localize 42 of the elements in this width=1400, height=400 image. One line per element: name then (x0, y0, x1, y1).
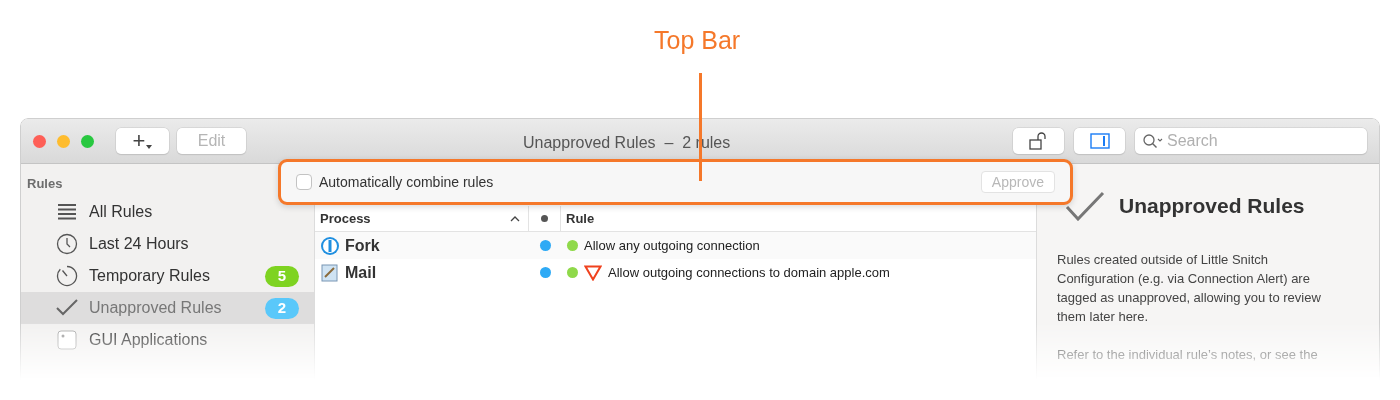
sidebar-heading: Rules (26, 175, 64, 193)
process-name: Fork (345, 235, 380, 256)
search-input[interactable]: Search (1167, 129, 1360, 153)
checkmark-icon (55, 299, 79, 317)
app-icon (320, 262, 340, 283)
unlocked-padlock-icon (1028, 132, 1049, 150)
close-button[interactable] (33, 134, 46, 148)
caret-icon (146, 145, 153, 149)
checkbox-label: Automatically combine rules (319, 172, 494, 192)
app-icon (320, 235, 340, 256)
description-text: Refer to the individual rule’s notes, or see the (1057, 345, 1319, 364)
minimize-button[interactable] (57, 134, 70, 148)
add-button[interactable]: + (116, 128, 169, 154)
dot-icon (541, 215, 548, 222)
sidebar-item[interactable]: Temporary Rules 5 (21, 260, 314, 292)
clock-icon (55, 233, 79, 255)
count-badge: 5 (265, 265, 299, 287)
count-badge: 2 (265, 297, 299, 319)
column-header[interactable]: Rule (561, 206, 595, 231)
lock-button[interactable] (1013, 128, 1064, 154)
list-icon (55, 203, 79, 221)
search-icon (1142, 133, 1164, 149)
callout-label: Top Bar (654, 25, 741, 56)
sidebar-panel-icon (1089, 133, 1110, 149)
inspector-title: Unapproved Rules (1119, 193, 1305, 219)
checkbox[interactable] (296, 174, 312, 190)
window-icon (55, 330, 79, 350)
sidebar-item[interactable]: Last 24 Hours (21, 228, 314, 260)
sidebar-item[interactable]: All Rules (21, 196, 314, 228)
table-row[interactable]: Fork Allow any outgoing connection (315, 232, 1036, 259)
column-header[interactable]: Process (315, 206, 529, 231)
sort-ascending-icon (510, 215, 520, 222)
timer-icon (55, 265, 79, 287)
process-name: Mail (345, 262, 377, 283)
zoom-button[interactable] (81, 134, 94, 148)
rule-text: Allow any outgoing connection (584, 236, 760, 255)
inspector-toggle-button[interactable] (1074, 128, 1125, 154)
search-box[interactable]: Search (1135, 128, 1367, 154)
checkmark-icon (1065, 190, 1105, 221)
description-text: Rules created outside of Little Snitch Configuration (e.g. via Connection Alert) are tagged as unapproved, allowing you to review them later here. (1057, 250, 1322, 326)
sidebar-item[interactable]: GUI Applications (21, 324, 314, 356)
rule-text: Allow outgoing connections to domain apple.com (608, 263, 890, 282)
